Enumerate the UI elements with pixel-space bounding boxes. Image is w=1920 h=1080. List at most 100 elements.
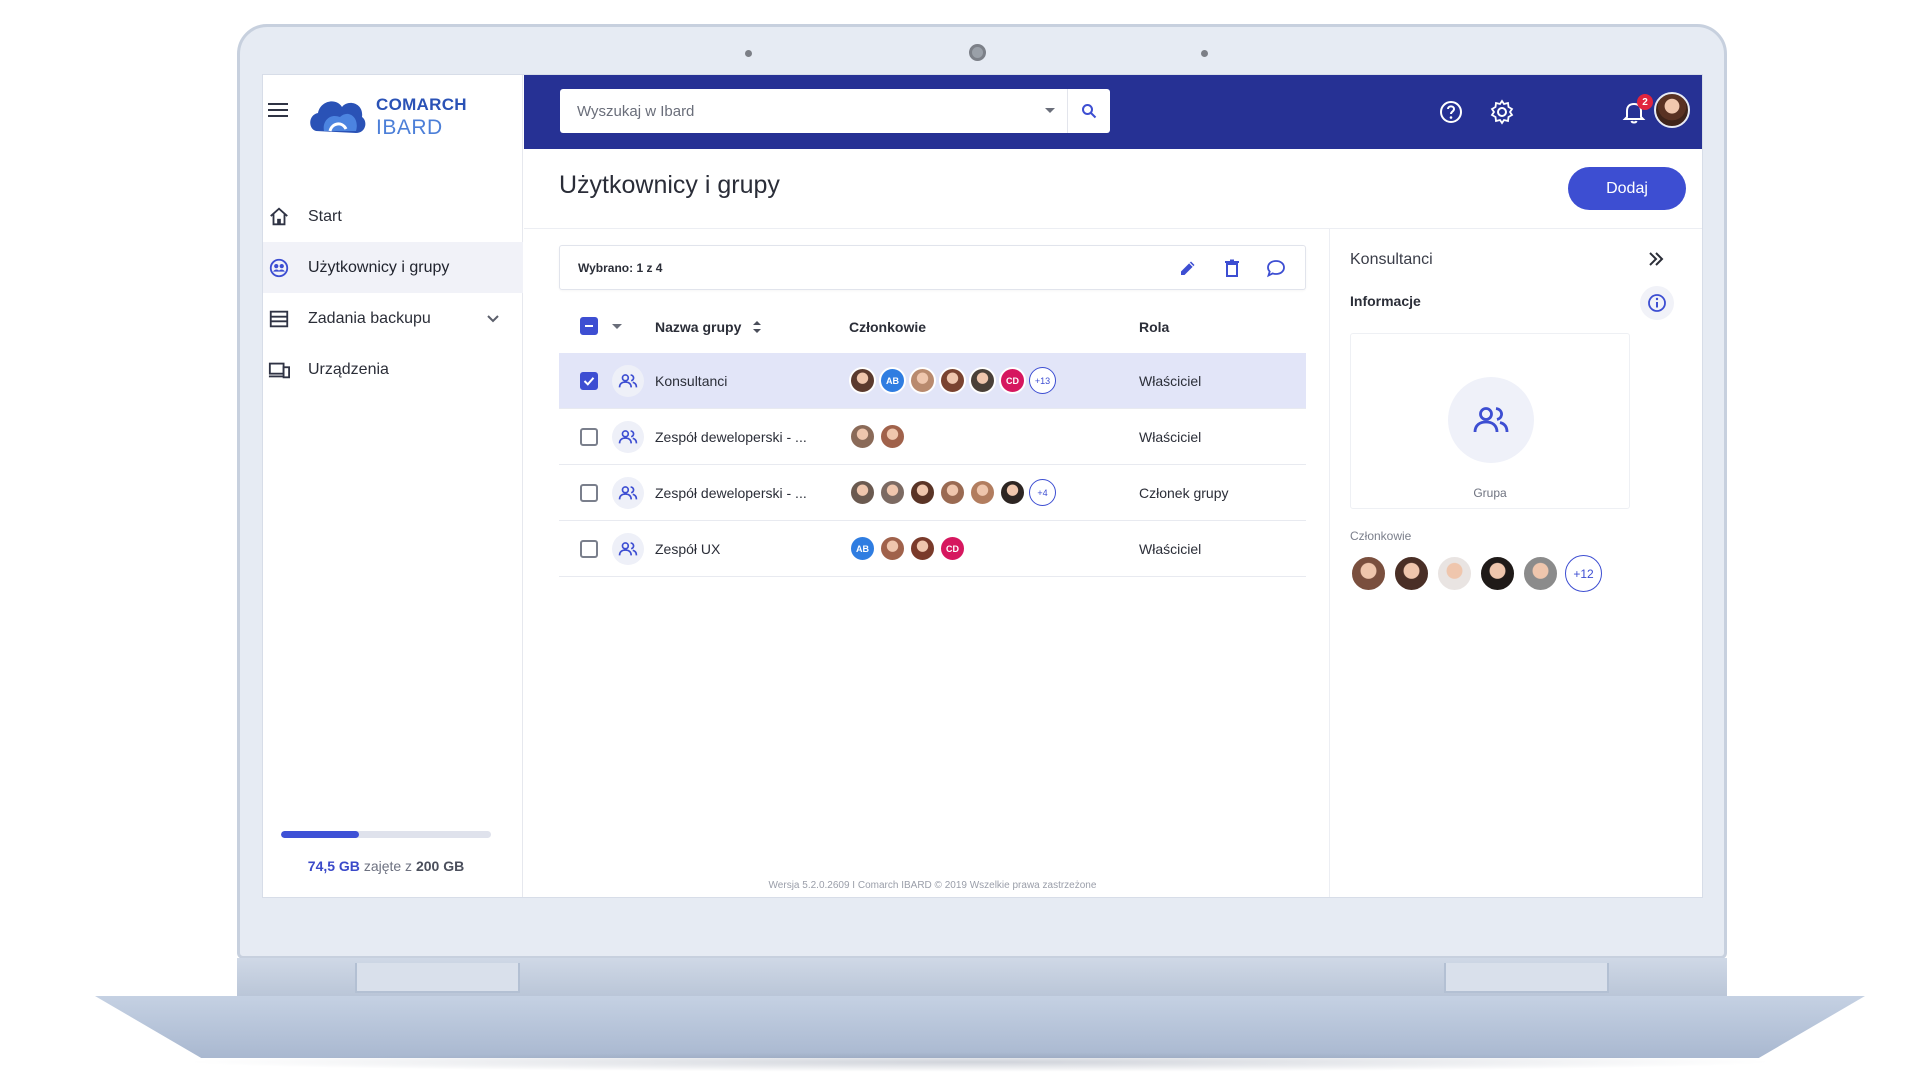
sidebar-item-users-groups[interactable]: Użytkownicy i grupy	[263, 242, 523, 293]
search-button[interactable]	[1068, 89, 1110, 133]
sidebar-item-start[interactable]: Start	[263, 191, 523, 242]
group-name[interactable]: Konsultanci	[655, 373, 727, 389]
sidebar-item-label: Urządzenia	[308, 360, 389, 378]
row-checkbox[interactable]	[580, 484, 598, 502]
member-avatar[interactable]	[1479, 555, 1516, 592]
camera-dot-right	[1201, 50, 1208, 57]
row-group-avatar	[612, 477, 644, 509]
brand-line2: IBARD	[376, 116, 443, 139]
gear-icon[interactable]	[1489, 99, 1515, 125]
storage-total: 200 GB	[415, 858, 465, 874]
member-avatar: CD	[939, 535, 966, 562]
column-header-role: Rola	[1139, 319, 1170, 335]
details-info-label: Informacje	[1350, 293, 1421, 309]
selection-count: Wybrano: 1 z 4	[578, 261, 663, 275]
members-cell: AB CD +13	[849, 367, 1059, 394]
member-avatar	[999, 479, 1026, 506]
column-header-name[interactable]: Nazwa grupy	[655, 319, 763, 335]
more-members-badge[interactable]: +12	[1565, 555, 1602, 592]
member-avatar	[879, 423, 906, 450]
more-members-badge[interactable]: +13	[1029, 367, 1056, 394]
member-avatar	[879, 479, 906, 506]
row-checkbox[interactable]	[580, 372, 598, 390]
member-avatar	[909, 479, 936, 506]
backup-tasks-icon	[269, 310, 289, 328]
table-row[interactable]: Konsultanci AB CD +13 Właściciel	[559, 353, 1306, 409]
table-header: Nazwa grupy Członkowie Rola	[559, 299, 1306, 353]
details-members-label: Członkowie	[1350, 529, 1412, 543]
sort-icon[interactable]	[751, 320, 763, 334]
table-row[interactable]: Zespół UX AB CD Właściciel	[559, 521, 1306, 577]
table-row[interactable]: Zespół deweloperski - ... Właściciel	[559, 409, 1306, 465]
table-body: Konsultanci AB CD +13 Właściciel Zespół dewel…	[559, 353, 1306, 577]
storage-progress-bar	[281, 831, 491, 838]
details-panel: Konsultanci Informacje Grupa Członkowie …	[1329, 229, 1702, 897]
member-avatar	[849, 423, 876, 450]
sidebar-item-devices[interactable]: Urządzenia	[263, 344, 523, 395]
member-avatar	[969, 367, 996, 394]
member-avatar	[909, 367, 936, 394]
comment-icon[interactable]	[1266, 258, 1286, 278]
member-avatar[interactable]	[1436, 555, 1473, 592]
select-all-checkbox[interactable]	[580, 317, 598, 335]
group-card-label: Grupa	[1473, 486, 1507, 500]
webcam	[969, 44, 986, 61]
selection-toolbar: Wybrano: 1 z 4	[559, 245, 1306, 290]
notification-badge: 2	[1637, 94, 1653, 110]
collapse-panel-icon[interactable]	[1646, 249, 1666, 269]
laptop-shadow	[180, 1052, 1780, 1072]
footer-note: Wersja 5.2.0.2609 I Comarch IBARD © 2019…	[768, 880, 1097, 891]
sidebar: COMARCH IBARD Start Użytkownicy i grupy …	[263, 75, 523, 897]
search-dropdown-toggle[interactable]	[1033, 89, 1067, 133]
row-checkbox[interactable]	[580, 540, 598, 558]
laptop-base	[95, 996, 1865, 1058]
members-cell	[849, 423, 909, 450]
member-avatar	[849, 479, 876, 506]
storage-progress-fill	[281, 831, 360, 838]
info-button[interactable]	[1640, 286, 1674, 320]
delete-icon[interactable]	[1222, 258, 1242, 278]
help-icon[interactable]	[1438, 99, 1464, 125]
camera-dot-left	[745, 50, 752, 57]
member-avatar[interactable]	[1393, 555, 1430, 592]
add-button[interactable]: Dodaj	[1568, 167, 1686, 210]
home-icon	[270, 207, 288, 226]
row-group-avatar	[612, 365, 644, 397]
select-menu-caret-icon[interactable]	[611, 323, 623, 331]
more-members-badge[interactable]: +4	[1029, 479, 1056, 506]
members-cell: AB CD	[849, 535, 969, 562]
user-avatar[interactable]	[1654, 92, 1690, 128]
users-groups-icon	[269, 258, 289, 278]
details-title: Konsultanci	[1350, 251, 1433, 268]
devices-icon	[268, 362, 290, 379]
search-icon	[1082, 104, 1097, 119]
groups-table: Nazwa grupy Członkowie Rola Konsultanci A…	[559, 299, 1306, 577]
table-row[interactable]: Zespół deweloperski - ... +4 Członek grupy	[559, 465, 1306, 521]
edit-icon[interactable]	[1178, 258, 1198, 278]
group-icon	[618, 486, 638, 500]
member-avatar	[879, 535, 906, 562]
role-cell: Właściciel	[1139, 541, 1202, 557]
sidebar-item-backup-tasks[interactable]: Zadania backupu	[263, 293, 523, 344]
brand-logo-text: COMARCH IBARD	[376, 95, 467, 140]
minus-icon	[585, 325, 593, 327]
app-screen: COMARCH IBARD Start Użytkownicy i grupy …	[262, 74, 1703, 898]
details-members-list: +12	[1350, 555, 1608, 592]
search-input[interactable]	[560, 89, 1033, 133]
member-avatar[interactable]	[1350, 555, 1387, 592]
menu-icon[interactable]	[268, 103, 288, 119]
page-title: Użytkownicy i grupy	[559, 171, 780, 199]
group-name[interactable]: Zespół deweloperski - ...	[655, 429, 807, 445]
column-header-members: Członkowie	[849, 319, 927, 335]
member-avatar: AB	[879, 367, 906, 394]
members-cell: +4	[849, 479, 1059, 506]
group-name[interactable]: Zespół deweloperski - ...	[655, 485, 807, 501]
role-cell: Właściciel	[1139, 429, 1202, 445]
group-name[interactable]: Zespół UX	[655, 541, 720, 557]
column-header-name-label: Nazwa grupy	[655, 319, 742, 335]
chevron-down-icon[interactable]	[485, 310, 501, 326]
member-avatar[interactable]	[1522, 555, 1559, 592]
row-checkbox[interactable]	[580, 428, 598, 446]
cloud-logo-icon	[310, 101, 366, 133]
top-bar: 2	[524, 75, 1702, 149]
